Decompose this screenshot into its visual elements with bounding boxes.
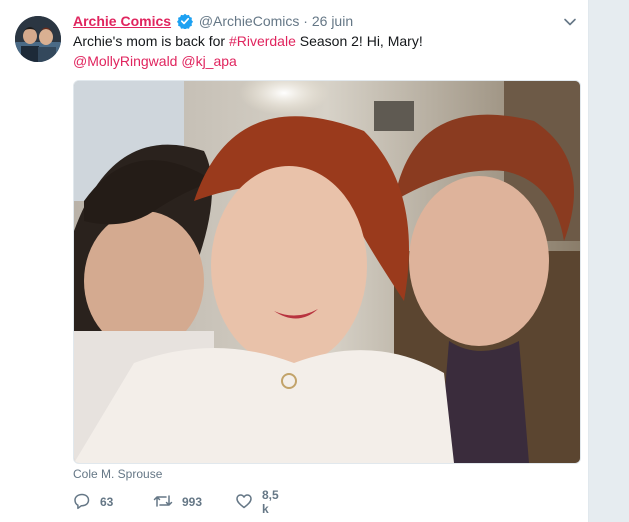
mention-link[interactable]: @kj_apa: [181, 53, 236, 69]
retweet-count: 993: [182, 495, 203, 509]
tweet-text: Archie's mom is back for #Riverdale Seas…: [73, 31, 573, 71]
photo-tag[interactable]: Cole M. Sprouse: [73, 467, 162, 481]
retweet-icon: [153, 492, 182, 513]
tweet-text-start: Archie's mom is back for: [73, 33, 229, 49]
tweet-text-end: Season 2! Hi, Mary!: [295, 33, 423, 49]
tweet-card: Archie Comics @ArchieComics · 26 juin Ar…: [0, 0, 589, 522]
profile-avatar[interactable]: [15, 16, 61, 62]
retweet-button[interactable]: 993: [153, 493, 202, 511]
like-count: 8,5 k: [262, 488, 279, 516]
separator-dot: ·: [303, 13, 308, 29]
display-name[interactable]: Archie Comics: [73, 13, 171, 29]
tweet-date[interactable]: 26 juin: [312, 13, 353, 29]
verified-badge-icon: [176, 13, 193, 33]
tweet-photo[interactable]: [73, 80, 581, 464]
reply-button[interactable]: 63: [73, 493, 113, 511]
handle[interactable]: @ArchieComics: [199, 13, 300, 29]
reply-count: 63: [100, 495, 114, 509]
like-button[interactable]: 8,5 k: [235, 488, 279, 516]
tweet-header: Archie Comics @ArchieComics · 26 juin: [73, 12, 353, 33]
like-icon: [235, 492, 262, 513]
mention-link[interactable]: @MollyRingwald: [73, 53, 177, 69]
reply-icon: [73, 492, 100, 513]
hashtag-link[interactable]: #Riverdale: [229, 33, 296, 49]
chevron-down-icon[interactable]: [562, 14, 578, 30]
